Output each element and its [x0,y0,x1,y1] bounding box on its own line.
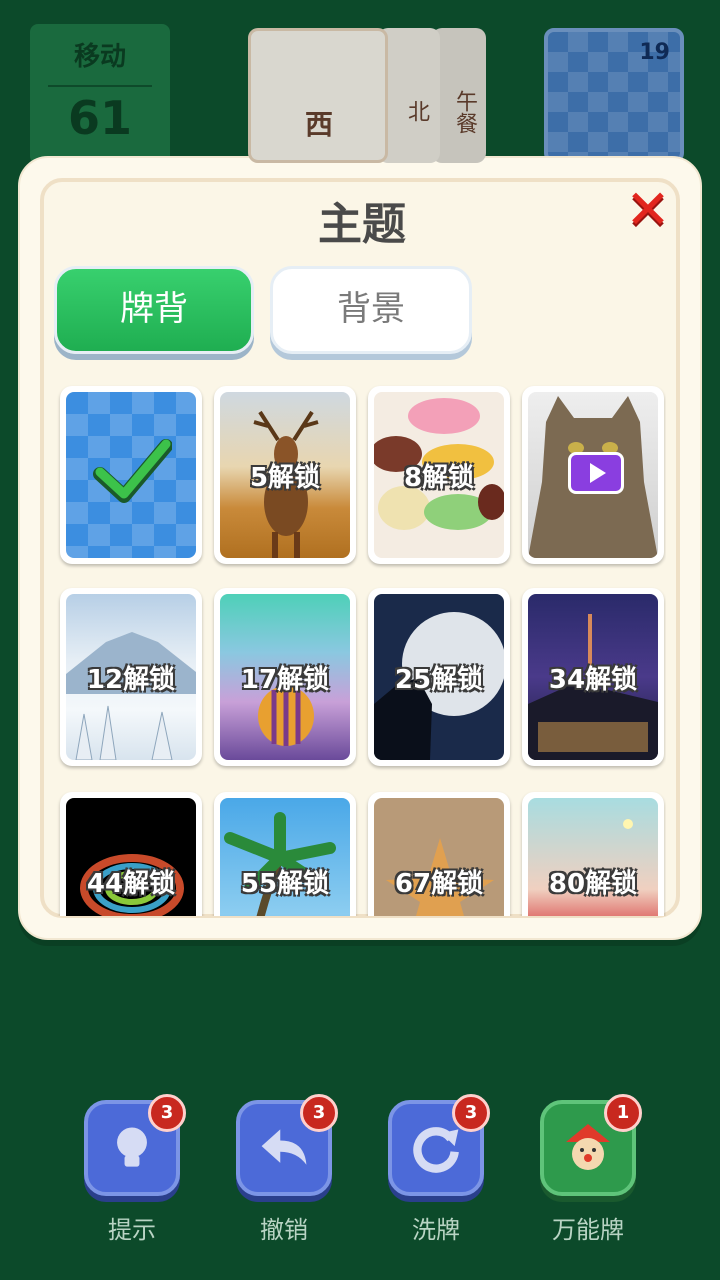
theme-card-moon[interactable]: 25解锁 [368,588,510,766]
shuffle-badge: 3 [452,1094,490,1132]
theme-card-cat[interactable] [522,386,664,564]
card-label: 5解锁 [249,462,321,493]
card-image: 55解锁 [220,798,350,916]
tile-west[interactable]: 西 [248,28,388,163]
tab-background[interactable]: 背景 [270,266,472,354]
shuffle-icon[interactable]: 3 [388,1094,490,1196]
theme-card-snow[interactable]: 12解锁 [60,588,202,766]
undo-tool[interactable]: 3 撤销 [234,1094,338,1245]
tile-lunch[interactable]: 午餐 [432,28,486,163]
card-image: 25解锁 [374,594,504,760]
card-image [528,392,658,558]
lightbulb-glyph [117,1127,147,1167]
lightbulb-icon[interactable]: 3 [84,1094,186,1196]
theme-grid: 5解锁 8解锁 12解锁 17解锁 25解锁 34解锁 44解锁 55解锁 67… [56,382,666,916]
undo-glyph [261,1129,307,1165]
dialog-title: 主题 [318,199,406,250]
undo-badge: 3 [300,1094,338,1132]
card-image: 34解锁 [528,594,658,760]
joker-label: 万能牌 [552,1216,624,1244]
close-icon[interactable]: ✕ [622,183,674,237]
hint-label: 提示 [108,1216,156,1244]
card-label: 80解锁 [548,868,638,899]
tile-char: 北 [404,100,429,122]
card-label: 34解锁 [548,664,638,695]
theme-card-city[interactable]: 34解锁 [522,588,664,766]
card-image: 67解锁 [374,798,504,916]
card-label: 55解锁 [240,868,330,899]
theme-card-spiral[interactable]: 44解锁 [60,792,202,916]
hint-badge: 3 [148,1094,186,1132]
theme-card-tulip[interactable]: 80解锁 [522,792,664,916]
tile-char: 午餐 [452,90,477,134]
joker-glyph [566,1124,610,1170]
theme-card-deer[interactable]: 5解锁 [214,386,356,564]
tab-card-back[interactable]: 牌背 [54,266,254,354]
card-image: 44解锁 [66,798,196,916]
card-image: 17解锁 [220,594,350,760]
card-image: 12解锁 [66,594,196,760]
tile-char: 西 [305,108,334,141]
card-image: 5解锁 [220,392,350,558]
theme-card-palm[interactable]: 55解锁 [214,792,356,916]
card-label [66,392,196,558]
joker-badge: 1 [604,1094,642,1132]
card-image: 8解锁 [374,392,504,558]
theme-dialog: 主题 ✕ 牌背 背景 5解锁 8解锁 12解锁 17解锁 25解锁 34解锁 4… [18,156,702,940]
card-label: 17解锁 [240,664,330,695]
theme-card-macaron[interactable]: 8解锁 [368,386,510,564]
card-label [528,392,658,558]
card-label: 8解锁 [403,462,475,493]
card-image: 80解锁 [528,798,658,916]
undo-label: 撤销 [260,1216,308,1244]
card-label: 67解锁 [394,868,484,899]
shuffle-label: 洗牌 [412,1216,460,1244]
theme-card-blue[interactable] [60,386,202,564]
card-image [66,392,196,558]
joker-icon[interactable]: 1 [540,1094,642,1196]
shuffle-glyph [413,1127,459,1173]
card-label: 25解锁 [394,664,484,695]
undo-icon[interactable]: 3 [236,1094,338,1196]
joker-tool[interactable]: 1 万能牌 [538,1094,642,1245]
card-label: 44解锁 [86,868,176,899]
shuffle-tool[interactable]: 3 洗牌 [386,1094,490,1245]
theme-card-starfish[interactable]: 67解锁 [368,792,510,916]
hint-tool[interactable]: 3 提示 [82,1094,186,1245]
card-label: 12解锁 [86,664,176,695]
theme-card-balloon[interactable]: 17解锁 [214,588,356,766]
